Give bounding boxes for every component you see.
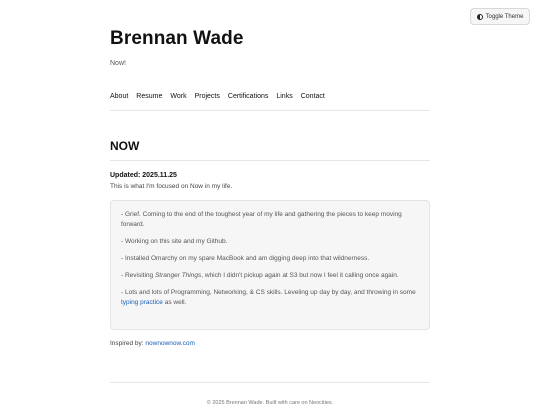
nav-work[interactable]: Work (170, 93, 186, 100)
title-divider (110, 160, 430, 161)
footer-text: © 2025 Brennan Wade. Built with care on … (206, 400, 334, 406)
page-title: NOW (110, 139, 140, 153)
site-tagline: Now! (110, 60, 126, 67)
main-nav: About Resume Work Projects Certification… (110, 93, 325, 100)
item-text: , which I didn't pickup again at S3 but … (201, 272, 399, 279)
item-text: - Revisiting (121, 272, 155, 279)
list-item: - Revisiting Stranger Things, which I di… (121, 271, 419, 281)
list-item: - Grief. Coming to the end of the toughe… (121, 211, 402, 228)
list-item: - Installed Omarchy on my spare MacBook … (121, 255, 370, 262)
nav-contact[interactable]: Contact (301, 93, 325, 100)
half-moon-icon (476, 13, 483, 20)
toggle-theme-button[interactable]: Toggle Theme (470, 8, 530, 25)
nav-links[interactable]: Links (276, 93, 292, 100)
nav-certifications[interactable]: Certifications (228, 93, 268, 100)
updated-date: Updated: 2025.11.25 (110, 172, 177, 179)
inspired-by: Inspired by: nownownow.com (110, 340, 195, 347)
now-list-box: - Grief. Coming to the end of the toughe… (110, 200, 430, 330)
item-text: as well. (162, 299, 187, 306)
intro-text: This is what I'm focused on Now in my li… (110, 183, 233, 190)
show-title: Stranger Things (154, 272, 202, 279)
list-item: - Lots and lots of Programming, Networki… (121, 288, 419, 308)
inspired-label: Inspired by: (110, 340, 146, 347)
list-item: - Working on this site and my Github. (121, 238, 228, 245)
nav-projects[interactable]: Projects (195, 93, 220, 100)
nav-divider (110, 110, 430, 111)
footer-divider (110, 382, 430, 383)
toggle-theme-label: Toggle Theme (485, 13, 524, 20)
nav-about[interactable]: About (110, 93, 128, 100)
typing-practice-link[interactable]: typing practice (121, 299, 163, 306)
nownownow-link[interactable]: nownownow.com (145, 340, 195, 347)
nav-resume[interactable]: Resume (136, 93, 162, 100)
site-title: Brennan Wade (110, 28, 244, 49)
item-text: - Lots and lots of Programming, Networki… (121, 289, 416, 296)
